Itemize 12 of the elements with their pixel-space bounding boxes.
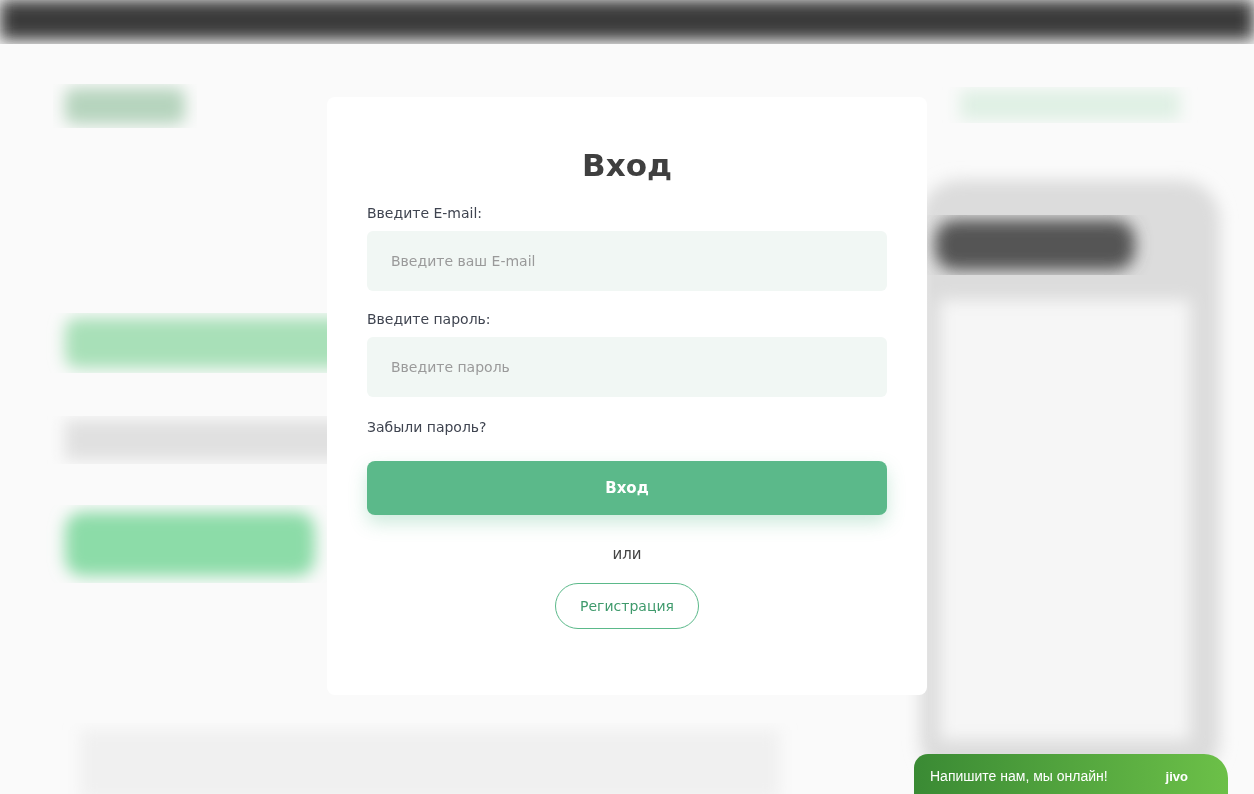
field-label: Введите пароль:: [367, 311, 491, 327]
login-button[interactable]: Вход: [367, 461, 887, 515]
chat-logo: jivo: [1165, 768, 1188, 784]
chat-message: Напишите нам, мы онлайн!: [930, 768, 1108, 784]
forgot-password-link[interactable]: Забыли пароль?: [367, 419, 487, 435]
separator-text: или: [612, 545, 642, 563]
register-button[interactable]: Регистрация: [555, 583, 699, 629]
field-label: Введите E-mail:: [367, 205, 483, 221]
input-field[interactable]: Введите ваш E-mail: [367, 231, 887, 291]
input-field[interactable]: Введите пароль: [367, 337, 887, 397]
dialog-title: Вход: [582, 146, 672, 185]
chat-widget[interactable]: Напишите нам, мы онлайн! jivo: [914, 754, 1228, 794]
